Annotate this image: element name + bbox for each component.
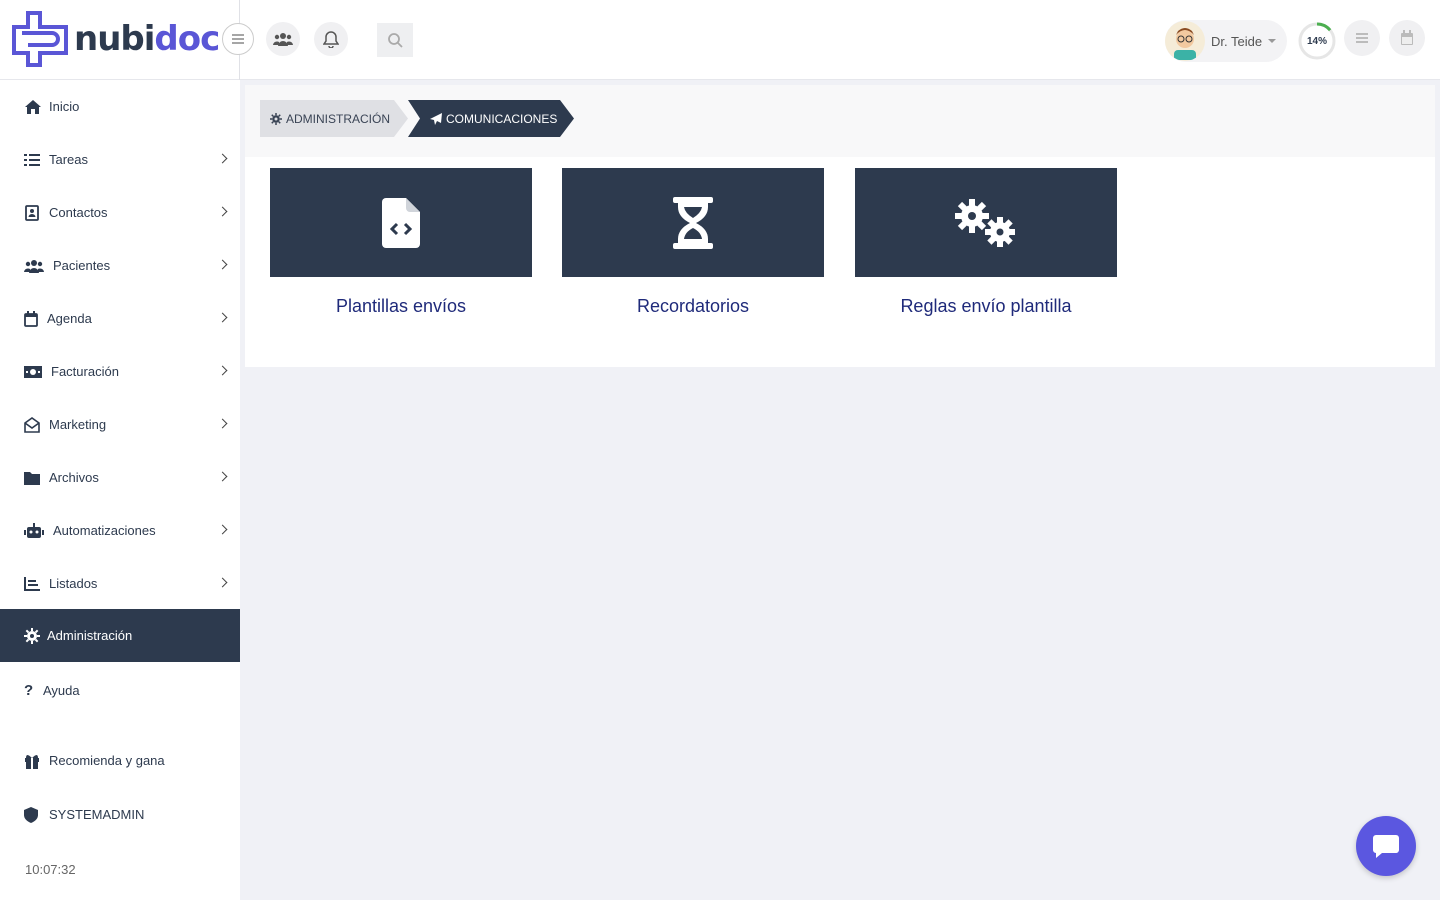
robot-icon <box>24 522 48 540</box>
logo[interactable]: nubidoc <box>12 9 232 69</box>
sidebar-item-label: SYSTEMADMIN <box>49 807 145 822</box>
sidebar-item-label: Ayuda <box>43 683 80 698</box>
money-bill-icon <box>24 363 46 381</box>
logo-text-part2: doc <box>154 19 220 59</box>
chat-button[interactable] <box>1356 816 1416 876</box>
search-button[interactable] <box>377 23 413 57</box>
card-label[interactable]: Plantillas envíos <box>270 296 532 317</box>
sidebar-item-recomienda[interactable]: Recomienda y gana <box>0 734 240 787</box>
card-tile[interactable] <box>562 168 824 277</box>
sidebar-item-label: Automatizaciones <box>53 523 156 538</box>
breadcrumb: ADMINISTRACIÓN COMUNICACIONES <box>245 85 1435 157</box>
sidebar-item-tareas[interactable]: Tareas <box>0 133 240 186</box>
sidebar-item-label: Agenda <box>47 311 92 326</box>
sidebar-item-marketing[interactable]: Marketing <box>0 398 240 451</box>
chat-icon <box>1373 835 1399 858</box>
sidebar: Inicio Tareas Contactos Pacientes Agenda… <box>0 80 240 900</box>
users-button[interactable] <box>266 22 300 56</box>
menu-lines-icon <box>1356 33 1368 43</box>
user-name: Dr. Teide <box>1211 33 1263 49</box>
card-label[interactable]: Reglas envío plantilla <box>855 296 1117 317</box>
sidebar-item-label: Facturación <box>51 364 119 379</box>
chevron-right-icon <box>217 312 228 323</box>
notifications-button[interactable] <box>314 22 348 56</box>
hamburger-icon <box>232 34 244 44</box>
chevron-right-icon <box>217 365 228 376</box>
sidebar-item-label: Marketing <box>49 417 107 432</box>
sidebar-item-facturacion[interactable]: Facturación <box>0 345 240 398</box>
hourglass-icon <box>673 196 713 249</box>
sidebar-toggle-button[interactable] <box>222 23 254 55</box>
chevron-right-icon <box>217 418 228 429</box>
calendar-icon <box>1401 30 1413 45</box>
home-icon <box>24 98 44 116</box>
card-recordatorios[interactable]: Recordatorios <box>562 168 824 317</box>
chevron-down-icon <box>1268 39 1277 43</box>
bell-icon <box>323 31 339 48</box>
sidebar-item-systemadmin[interactable]: SYSTEMADMIN <box>0 788 240 841</box>
progress-label: 14% <box>1306 35 1327 47</box>
sidebar-item-contactos[interactable]: Contactos <box>0 186 240 239</box>
card-plantillas-envios[interactable]: Plantillas envíos <box>270 168 532 317</box>
paper-plane-icon <box>430 112 442 125</box>
chevron-right-icon <box>217 153 228 164</box>
top-bar: nubidoc Dr. Teide 14% <box>0 0 1440 80</box>
sidebar-item-pacientes[interactable]: Pacientes <box>0 239 240 292</box>
gift-icon <box>24 752 44 770</box>
sidebar-item-label: Administración <box>47 628 133 643</box>
sidebar-item-archivos[interactable]: Archivos <box>0 451 240 504</box>
sidebar-item-label: Listados <box>49 576 98 591</box>
gear-icon <box>24 627 42 645</box>
breadcrumb-label: COMUNICACIONES <box>446 111 558 126</box>
sidebar-item-listados[interactable]: Listados <box>0 557 240 610</box>
logo-text-part1: nubi <box>74 19 155 59</box>
sidebar-item-label: Recomienda y gana <box>49 753 165 768</box>
users-icon <box>273 33 293 46</box>
clock: 10:07:32 <box>25 862 76 877</box>
envelope-open-icon <box>24 416 44 434</box>
sidebar-item-label: Inicio <box>49 99 80 114</box>
breadcrumb-comunicaciones[interactable]: COMUNICACIONES <box>408 100 574 137</box>
chevron-right-icon <box>217 471 228 482</box>
folder-icon <box>24 469 44 487</box>
chart-icon <box>24 575 44 593</box>
sidebar-item-label: Archivos <box>49 470 99 485</box>
sidebar-item-label: Contactos <box>49 205 108 220</box>
question-icon: ? <box>24 682 34 699</box>
chevron-right-icon <box>217 259 228 270</box>
chevron-right-icon <box>217 577 228 588</box>
search-icon <box>388 33 403 48</box>
sidebar-item-automatizaciones[interactable]: Automatizaciones <box>0 504 240 557</box>
list-icon <box>24 151 44 169</box>
card-reglas-envio-plantilla[interactable]: Reglas envío plantilla <box>855 168 1117 317</box>
user-menu[interactable]: Dr. Teide <box>1165 20 1287 62</box>
chevron-right-icon <box>217 524 228 535</box>
sidebar-item-agenda[interactable]: Agenda <box>0 292 240 345</box>
address-book-icon <box>24 204 44 222</box>
card-tile[interactable] <box>855 168 1117 277</box>
file-code-icon <box>382 197 420 248</box>
breadcrumb-label: ADMINISTRACIÓN <box>286 111 391 126</box>
sidebar-item-inicio[interactable]: Inicio <box>0 80 240 133</box>
menu-button[interactable] <box>1344 20 1380 56</box>
cross-logo-icon <box>12 11 68 67</box>
sidebar-item-ayuda[interactable]: ? Ayuda <box>0 664 240 717</box>
profile-progress[interactable]: 14% <box>1297 21 1337 61</box>
sidebar-item-label: Pacientes <box>53 258 111 273</box>
calendar-button[interactable] <box>1389 20 1425 56</box>
card-tile[interactable] <box>270 168 532 277</box>
avatar <box>1165 21 1205 61</box>
card-label[interactable]: Recordatorios <box>562 296 824 317</box>
sidebar-item-label: Tareas <box>49 152 89 167</box>
gears-icon <box>955 198 1015 247</box>
gear-icon <box>270 112 282 125</box>
chevron-right-icon <box>217 206 228 217</box>
shield-icon <box>24 806 44 824</box>
breadcrumb-administracion[interactable]: ADMINISTRACIÓN <box>260 100 408 137</box>
calendar-icon <box>24 310 42 328</box>
sidebar-item-administracion[interactable]: Administración <box>0 609 240 662</box>
users-icon <box>24 257 48 275</box>
content-panel: ADMINISTRACIÓN COMUNICACIONES Plantillas… <box>245 85 1435 367</box>
